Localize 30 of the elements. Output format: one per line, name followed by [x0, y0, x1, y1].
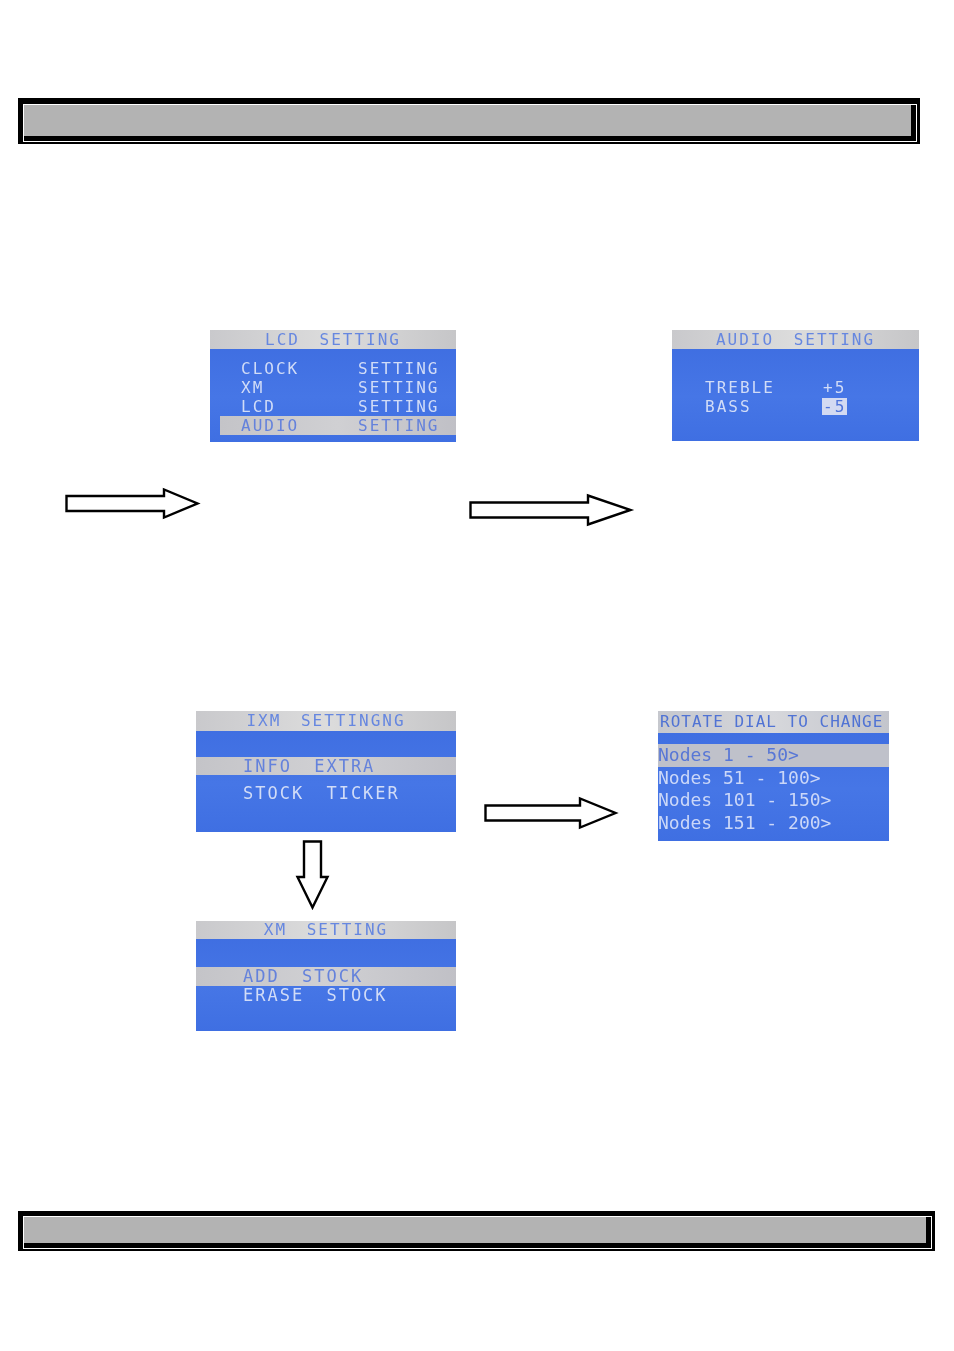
- menu-item[interactable]: Nodes 151 - 200>: [658, 811, 889, 834]
- display-title: IXM SETTINGNG: [196, 711, 456, 731]
- menu-item[interactable]: STOCK TICKER: [196, 784, 456, 802]
- arrow: [296, 840, 329, 909]
- menu-item[interactable]: ERASE STOCK: [196, 986, 456, 1005]
- menu-label: XM: [241, 378, 266, 397]
- menu-label: CLOCK: [241, 359, 301, 378]
- menu-item[interactable]: AUDIO SETTING: [220, 416, 456, 435]
- menu-item[interactable]: Nodes 101 - 150>: [658, 789, 889, 812]
- menu-item[interactable]: LCD SETTING: [220, 397, 456, 416]
- menu-label: LCD: [241, 397, 277, 416]
- display-title: LCD SETTING: [210, 330, 456, 349]
- menu-value: SETTING: [358, 397, 441, 416]
- setting-label: TREBLE: [705, 378, 776, 397]
- menu-item[interactable]: ADD STOCK: [196, 967, 456, 986]
- menu-value: SETTING: [358, 359, 441, 378]
- menu-value: SETTING: [358, 378, 441, 397]
- setting-value[interactable]: +5: [822, 379, 848, 396]
- setting-value[interactable]: -5: [822, 398, 848, 415]
- menu-value: SETTING: [358, 416, 441, 435]
- display-title: XM SETTING: [196, 921, 456, 939]
- menu-item[interactable]: Nodes 1 - 50>: [658, 744, 889, 767]
- menu-label: AUDIO: [241, 416, 301, 435]
- setting-label: BASS: [705, 397, 753, 416]
- menu-item[interactable]: Nodes 51 - 100>: [658, 766, 889, 789]
- menu-item[interactable]: XM SETTING: [220, 378, 456, 397]
- display-title: AUDIO SETTING: [672, 330, 919, 349]
- display-title: ROTATE DIAL TO CHANGE: [658, 711, 889, 733]
- menu-item[interactable]: CLOCK SETTING: [220, 359, 456, 378]
- menu-item[interactable]: INFO EXTRA: [196, 757, 456, 775]
